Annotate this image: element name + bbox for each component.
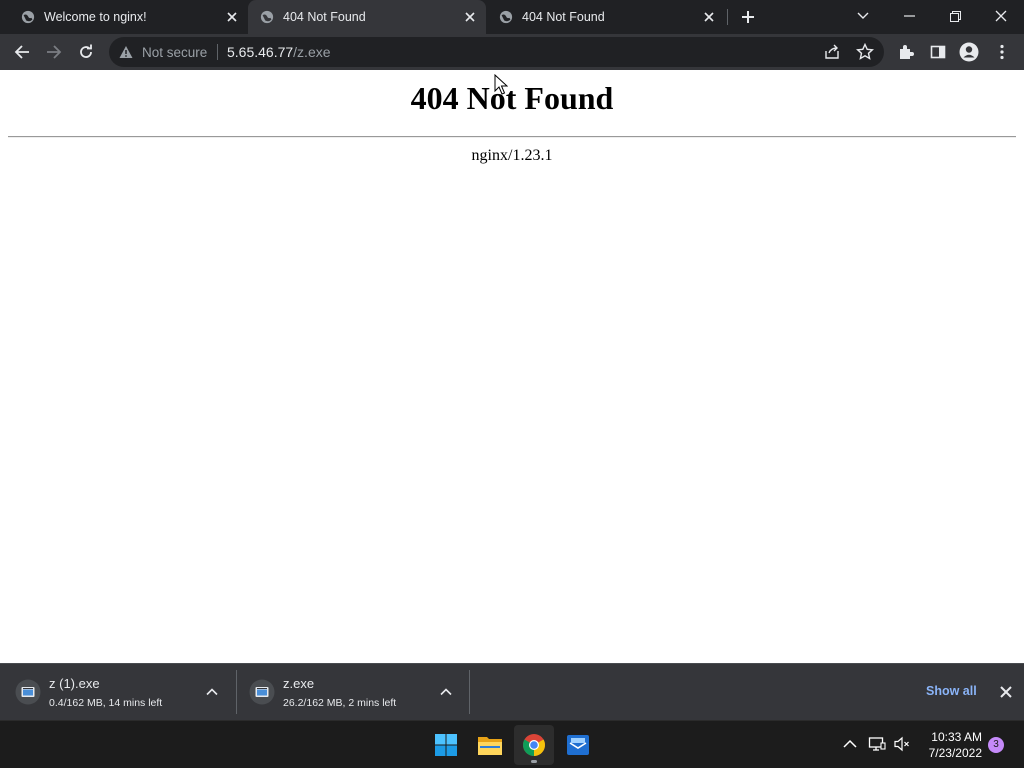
globe-icon bbox=[21, 10, 35, 24]
back-button[interactable] bbox=[8, 38, 36, 66]
reload-icon bbox=[80, 44, 92, 58]
windows-taskbar: 10:33 AM 7/23/2022 3 bbox=[0, 720, 1024, 768]
bookmark-star-icon[interactable] bbox=[856, 43, 874, 61]
download-item[interactable]: z.exe 26.2/162 MB, 2 mins left bbox=[234, 664, 468, 720]
chevron-up-icon[interactable] bbox=[204, 684, 220, 700]
divider bbox=[8, 136, 1016, 138]
start-button[interactable] bbox=[426, 725, 466, 765]
tab-title: Welcome to nginx! bbox=[44, 10, 147, 24]
page-content: 404 Not Found nginx/1.23.1 bbox=[0, 70, 1024, 663]
arrow-right-icon bbox=[47, 45, 62, 59]
omnibox-separator bbox=[217, 44, 218, 60]
tab-welcome-nginx[interactable]: Welcome to nginx! bbox=[0, 0, 248, 34]
share-icon[interactable] bbox=[823, 43, 841, 61]
profile-button[interactable] bbox=[955, 38, 983, 66]
tab-title: 404 Not Found bbox=[283, 10, 366, 24]
chevron-up-icon[interactable] bbox=[841, 735, 859, 753]
volume-muted-icon[interactable] bbox=[893, 735, 911, 753]
restore-icon bbox=[949, 10, 961, 22]
side-panel-button[interactable] bbox=[924, 38, 952, 66]
plus-icon bbox=[742, 11, 754, 23]
close-window-button[interactable] bbox=[978, 0, 1024, 32]
windows-logo-icon bbox=[435, 734, 457, 756]
close-shelf-icon[interactable] bbox=[998, 684, 1014, 700]
folder-icon bbox=[478, 737, 502, 755]
mail-button[interactable] bbox=[558, 725, 598, 765]
new-tab-button[interactable] bbox=[738, 7, 758, 27]
running-indicator bbox=[531, 760, 537, 763]
tab-close-icon[interactable] bbox=[462, 9, 478, 25]
chrome-taskbar-button[interactable] bbox=[514, 725, 554, 765]
profile-icon bbox=[959, 42, 979, 62]
clock-date[interactable]: 7/23/2022 bbox=[914, 746, 982, 760]
side-panel-icon bbox=[930, 45, 946, 59]
browser-toolbar: Not secure 5.65.46.77/z.exe bbox=[0, 34, 1024, 70]
arrow-left-icon bbox=[14, 45, 29, 59]
forward-button[interactable] bbox=[40, 38, 68, 66]
download-filename: z (1).exe bbox=[49, 676, 100, 691]
security-label[interactable]: Not secure bbox=[142, 45, 207, 60]
url-text[interactable]: 5.65.46.77/z.exe bbox=[227, 44, 331, 60]
menu-button[interactable] bbox=[988, 38, 1016, 66]
puzzle-icon bbox=[900, 45, 914, 59]
url-host: 5.65.46.77 bbox=[227, 44, 294, 60]
close-icon bbox=[995, 10, 1007, 22]
restore-button[interactable] bbox=[932, 0, 978, 32]
chrome-icon bbox=[523, 734, 545, 756]
kebab-menu-icon bbox=[1000, 44, 1004, 60]
chevron-down-icon bbox=[857, 12, 869, 19]
tab-404-active[interactable]: 404 Not Found bbox=[248, 0, 486, 34]
globe-icon bbox=[499, 10, 513, 24]
tab-close-icon[interactable] bbox=[224, 9, 240, 25]
mail-icon bbox=[567, 735, 589, 755]
notification-badge[interactable]: 3 bbox=[988, 737, 1004, 753]
network-icon[interactable] bbox=[868, 735, 886, 753]
mouse-cursor-icon bbox=[494, 74, 508, 95]
executable-file-icon bbox=[15, 679, 41, 705]
download-status: 26.2/162 MB, 2 mins left bbox=[283, 697, 397, 709]
tab-search-button[interactable] bbox=[840, 0, 886, 32]
warning-icon[interactable] bbox=[119, 45, 133, 59]
download-filename: z.exe bbox=[283, 676, 315, 691]
show-all-downloads-link[interactable]: Show all bbox=[926, 684, 977, 698]
minimize-icon bbox=[903, 15, 915, 17]
tab-separator bbox=[727, 9, 728, 25]
extensions-button[interactable] bbox=[892, 38, 920, 66]
executable-file-icon bbox=[249, 679, 275, 705]
download-item[interactable]: z (1).exe 0.4/162 MB, 14 mins left bbox=[0, 664, 234, 720]
page-heading: 404 Not Found bbox=[410, 80, 614, 116]
clock-time[interactable]: 10:33 AM bbox=[914, 730, 982, 744]
address-bar[interactable]: Not secure 5.65.46.77/z.exe bbox=[109, 37, 884, 67]
download-status: 0.4/162 MB, 14 mins left bbox=[49, 697, 163, 709]
tab-title: 404 Not Found bbox=[522, 10, 605, 24]
file-explorer-button[interactable] bbox=[470, 725, 510, 765]
download-shelf: z (1).exe 0.4/162 MB, 14 mins left z.exe… bbox=[0, 663, 1024, 720]
tab-close-icon[interactable] bbox=[701, 9, 717, 25]
chevron-up-icon[interactable] bbox=[438, 684, 454, 700]
download-separator bbox=[469, 670, 470, 714]
tab-strip: Welcome to nginx! 404 Not Found 404 Not … bbox=[0, 0, 1024, 34]
minimize-button[interactable] bbox=[886, 0, 932, 32]
tab-404-second[interactable]: 404 Not Found bbox=[487, 0, 725, 34]
server-signature: nginx/1.23.1 bbox=[471, 147, 553, 164]
globe-icon bbox=[260, 10, 274, 24]
url-path: /z.exe bbox=[293, 44, 331, 60]
reload-button[interactable] bbox=[72, 38, 100, 66]
